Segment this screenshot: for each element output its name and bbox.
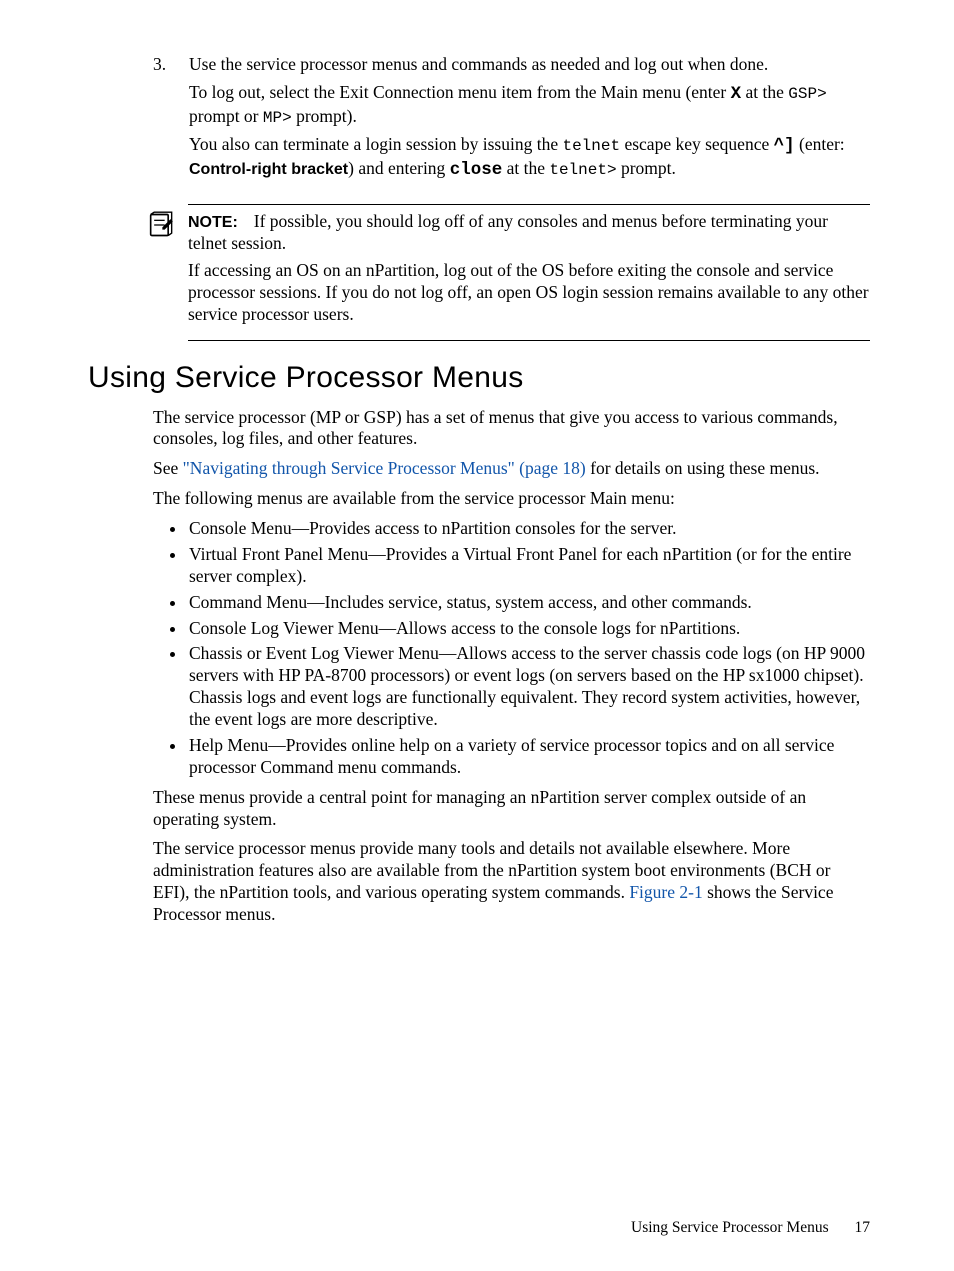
key-x: X: [731, 84, 742, 104]
step-para-2: To log out, select the Exit Connection m…: [189, 82, 870, 128]
ordered-step: 3. Use the service processor menus and c…: [153, 54, 870, 188]
prompt-telnet: telnet>: [549, 161, 616, 179]
para: The service processor (MP or GSP) has a …: [153, 407, 870, 451]
list-item: Virtual Front Panel Menu—Provides a Virt…: [187, 544, 870, 588]
key-seq: ^]: [774, 136, 795, 156]
footer-title: Using Service Processor Menus: [631, 1219, 829, 1236]
note-block: NOTE:If possible, you should log off of …: [188, 204, 870, 342]
cmd-telnet: telnet: [562, 137, 620, 155]
page-footer: Using Service Processor Menus 17: [631, 1218, 870, 1237]
bullet-list: Console Menu—Provides access to nPartiti…: [153, 518, 870, 779]
text: ) and entering: [348, 158, 450, 178]
note-text-1: If possible, you should log off of any c…: [188, 211, 828, 253]
para: The service processor menus provide many…: [153, 838, 870, 926]
xref-link[interactable]: "Navigating through Service Processor Me…: [183, 458, 586, 478]
text: To log out, select the Exit Connection m…: [189, 82, 731, 102]
list-item: Console Menu—Provides access to nPartiti…: [187, 518, 870, 540]
note-para-2: If accessing an OS on an nPartition, log…: [188, 260, 870, 326]
text: at the: [502, 158, 549, 178]
note-para-1: NOTE:If possible, you should log off of …: [188, 211, 870, 255]
prompt-mp: MP>: [263, 109, 292, 127]
text: escape key sequence: [620, 134, 774, 154]
step-row: 3. Use the service processor menus and c…: [153, 54, 870, 188]
text: prompt).: [292, 106, 357, 126]
text: for details on using these menus.: [586, 458, 820, 478]
note-icon: [146, 211, 174, 239]
step-para-1: Use the service processor menus and comm…: [189, 54, 870, 76]
key-label: Control-right bracket: [189, 161, 348, 178]
list-item: Command Menu—Includes service, status, s…: [187, 592, 870, 614]
para: See "Navigating through Service Processo…: [153, 458, 870, 480]
cmd-close: close: [450, 160, 503, 180]
figure-xref-link[interactable]: Figure 2-1: [629, 882, 702, 902]
text: (enter:: [795, 134, 845, 154]
step-para-3: You also can terminate a login session b…: [189, 134, 870, 182]
text: See: [153, 458, 183, 478]
step-number: 3.: [153, 54, 189, 188]
list-item: Help Menu—Provides online help on a vari…: [187, 735, 870, 779]
text: prompt.: [617, 158, 676, 178]
text: at the: [741, 82, 788, 102]
section-body-2: These menus provide a central point for …: [153, 787, 870, 926]
step-body: Use the service processor menus and comm…: [189, 54, 870, 188]
list-item: Console Log Viewer Menu—Allows access to…: [187, 618, 870, 640]
list-item: Chassis or Event Log Viewer Menu—Allows …: [187, 643, 870, 731]
page-number: 17: [855, 1219, 871, 1236]
section-body: The service processor (MP or GSP) has a …: [153, 407, 870, 511]
section-heading: Using Service Processor Menus: [88, 359, 870, 397]
note-label: NOTE:: [188, 214, 238, 231]
text: prompt or: [189, 106, 263, 126]
prompt-gsp: GSP>: [788, 85, 826, 103]
text: You also can terminate a login session b…: [189, 134, 562, 154]
para: These menus provide a central point for …: [153, 787, 870, 831]
para: The following menus are available from t…: [153, 488, 870, 510]
